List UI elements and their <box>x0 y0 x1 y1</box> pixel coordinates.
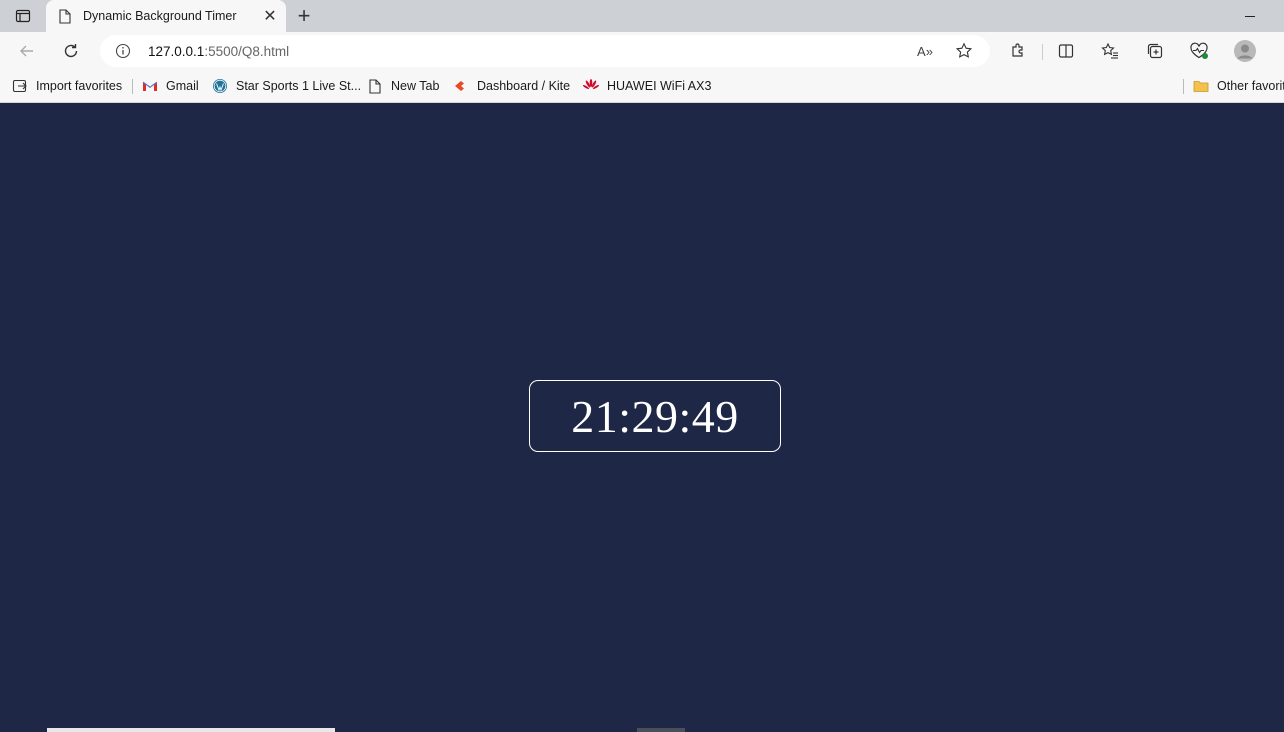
timer-text: 21:29:49 <box>571 390 739 442</box>
favorite-new-tab[interactable]: New Tab <box>367 75 439 97</box>
gmail-icon <box>142 78 158 94</box>
favorite-import[interactable]: Import favorites <box>12 75 122 97</box>
address-bar[interactable]: 127.0.0.1:5500/Q8.html A» <box>100 35 990 67</box>
tab-actions-icon[interactable] <box>8 4 38 28</box>
new-tab-button[interactable]: + <box>292 3 316 28</box>
browser-essentials-button[interactable] <box>1185 37 1213 65</box>
wordpress-icon <box>212 78 228 94</box>
favorites-divider <box>1183 79 1184 94</box>
favorite-star-sports[interactable]: Star Sports 1 Live St... <box>212 75 361 97</box>
heart-pulse-icon <box>1190 42 1208 59</box>
page-icon <box>58 8 72 24</box>
favorite-label: Gmail <box>166 79 199 93</box>
favorite-huawei[interactable]: HUAWEI WiFi AX3 <box>583 75 711 97</box>
tab-strip: Dynamic Background Timer ✕ + <box>0 0 1284 32</box>
collections-icon <box>1147 43 1163 59</box>
read-aloud-icon[interactable]: A» <box>915 42 935 60</box>
toolbar-divider <box>1042 44 1043 60</box>
close-tab-button[interactable]: ✕ <box>260 6 280 26</box>
url-host: 127.0.0.1 <box>148 44 205 59</box>
page-content: 21:29:49 <box>0 103 1284 732</box>
import-icon <box>12 78 28 94</box>
collections-button[interactable] <box>1141 37 1169 65</box>
active-tab[interactable]: Dynamic Background Timer ✕ <box>46 0 286 32</box>
profile-button[interactable] <box>1231 37 1259 65</box>
taskbar-edge <box>47 728 335 732</box>
folder-icon <box>1193 78 1209 94</box>
split-screen-button[interactable] <box>1052 37 1080 65</box>
favorite-label: Import favorites <box>36 79 123 93</box>
refresh-button[interactable] <box>57 37 85 65</box>
url-text[interactable]: 127.0.0.1:5500/Q8.html <box>148 44 289 59</box>
favorite-other-folder[interactable]: Other favorites <box>1193 75 1284 97</box>
back-button[interactable] <box>13 37 41 65</box>
favorite-star-icon[interactable] <box>954 41 974 61</box>
extensions-icon <box>1012 43 1023 57</box>
split-screen-icon <box>1058 44 1074 58</box>
favorite-kite[interactable]: Dashboard / Kite <box>453 75 570 97</box>
site-info-icon[interactable] <box>114 42 132 60</box>
taskbar-edge <box>637 728 685 732</box>
back-arrow-icon <box>20 45 33 57</box>
refresh-icon <box>64 44 78 58</box>
toolbar: 127.0.0.1:5500/Q8.html A» <box>0 32 1284 70</box>
kite-icon <box>453 78 469 94</box>
browser-window: Dynamic Background Timer ✕ + 127.0.0.1:5… <box>0 0 1284 732</box>
favorites-bar: Import favorites Gmail Star Sports 1 Liv… <box>0 70 1284 103</box>
timer-display: 21:29:49 <box>529 380 781 452</box>
favorite-label: Other favorites <box>1217 79 1284 93</box>
favorite-label: Dashboard / Kite <box>477 79 571 93</box>
page-icon <box>367 78 383 94</box>
favorite-label: New Tab <box>391 79 440 93</box>
extensions-button[interactable] <box>1004 37 1032 65</box>
favorite-gmail[interactable]: Gmail <box>142 75 199 97</box>
favorites-list-icon <box>1101 42 1118 59</box>
url-path: :5500/Q8.html <box>204 44 290 59</box>
favorite-label: HUAWEI WiFi AX3 <box>607 79 712 93</box>
favorites-divider <box>132 79 133 94</box>
tab-title: Dynamic Background Timer <box>83 9 237 23</box>
minimize-button[interactable] <box>1238 6 1262 26</box>
minimize-icon <box>1245 15 1255 17</box>
huawei-icon <box>583 78 599 94</box>
favorites-button[interactable] <box>1096 37 1124 65</box>
avatar-icon <box>1234 40 1256 62</box>
favorite-label: Star Sports 1 Live St... <box>236 79 362 93</box>
